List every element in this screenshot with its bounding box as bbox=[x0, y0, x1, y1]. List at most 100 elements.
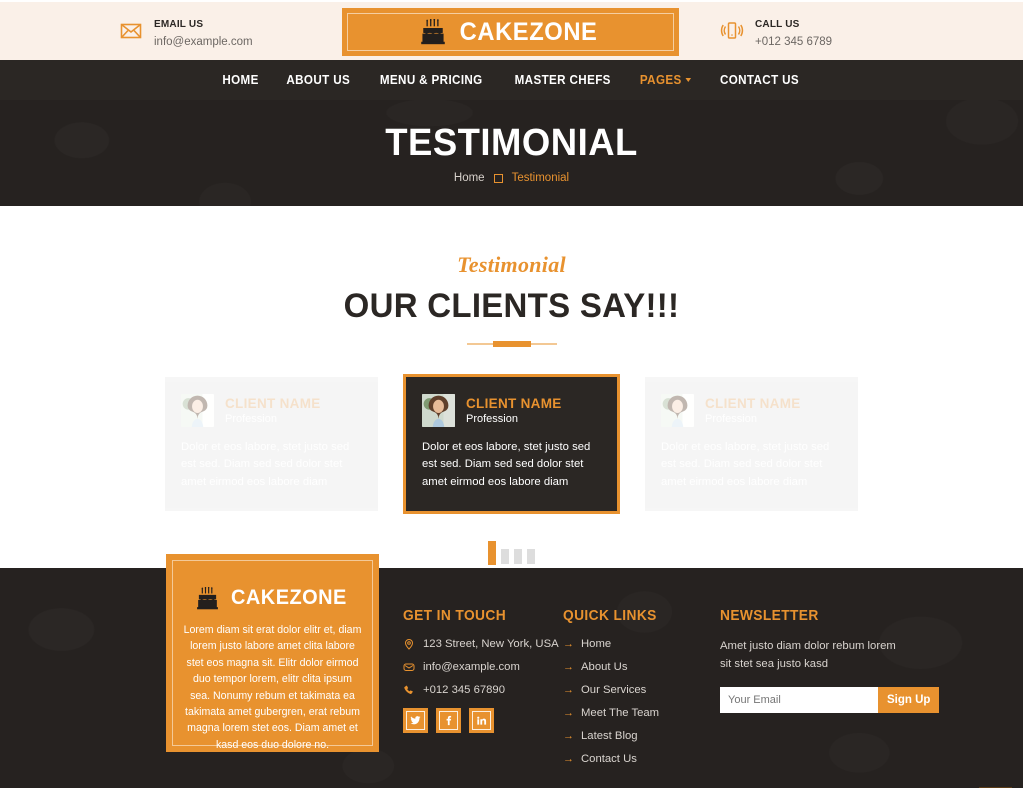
nav-item-pages[interactable]: PAGES bbox=[640, 73, 692, 87]
footer-brand-description: Lorem diam sit erat dolor elitr et, diam… bbox=[183, 624, 362, 751]
envelope-icon bbox=[118, 18, 144, 44]
linkedin-icon[interactable] bbox=[469, 708, 494, 733]
newsletter-title: NEWSLETTER bbox=[720, 608, 819, 624]
arrow-right-icon: → bbox=[563, 661, 574, 673]
footer-address: 123 Street, New York, USA bbox=[403, 638, 563, 650]
newsletter-form: Sign Up bbox=[720, 687, 940, 713]
email-label: EMAIL US bbox=[154, 18, 204, 30]
birthday-cake-icon bbox=[196, 586, 219, 610]
newsletter-email-input[interactable] bbox=[720, 687, 878, 713]
breadcrumb-home[interactable]: Home bbox=[454, 172, 485, 184]
footer-column-newsletter: NEWSLETTER Amet justo diam dolor rebum l… bbox=[720, 568, 940, 788]
client-profession: Profession bbox=[705, 413, 757, 425]
arrow-right-icon: → bbox=[563, 684, 574, 696]
social-links bbox=[403, 708, 563, 733]
topbar-email-block: EMAIL US info@example.com bbox=[0, 13, 340, 49]
phone-icon bbox=[403, 684, 415, 696]
arrow-right-icon: → bbox=[563, 707, 574, 719]
footer-logo[interactable]: CAKEZONE bbox=[182, 586, 363, 610]
client-quote: Dolor et eos labore, stet justo sed est … bbox=[661, 441, 830, 488]
footer-email-text: info@example.com bbox=[423, 661, 520, 673]
arrow-right-icon: → bbox=[563, 730, 574, 742]
nav-item-contact-us[interactable]: CONTACT US bbox=[720, 73, 799, 87]
nav-item-menu-pricing[interactable]: MENU & PRICING bbox=[380, 73, 483, 87]
page-hero: TESTIMONIAL Home Testimonial bbox=[0, 100, 1023, 208]
top-bar: EMAIL US info@example.com CAKEZONE CALL … bbox=[0, 0, 1023, 60]
phone-value[interactable]: +012 345 6789 bbox=[755, 35, 832, 49]
chevron-down-icon bbox=[685, 78, 692, 82]
twitter-icon[interactable] bbox=[403, 708, 428, 733]
client-profession: Profession bbox=[225, 413, 277, 425]
carousel-dot-4[interactable] bbox=[527, 548, 535, 564]
logo-text: CAKEZONE bbox=[459, 17, 598, 46]
footer-link-contact-us[interactable]: → Contact Us bbox=[563, 753, 720, 765]
footer-link-home[interactable]: → Home bbox=[563, 638, 720, 650]
footer-link-our-services[interactable]: → Our Services bbox=[563, 684, 720, 696]
client-name: CLIENT NAME bbox=[705, 396, 801, 411]
nav-item-home[interactable]: HOME bbox=[222, 73, 258, 87]
newsletter-signup-button[interactable]: Sign Up bbox=[878, 687, 940, 713]
nav-item-master-chefs[interactable]: MASTER CHEFS bbox=[515, 73, 611, 87]
footer-link-about-us[interactable]: → About Us bbox=[563, 661, 720, 673]
footer-email[interactable]: info@example.com bbox=[403, 661, 563, 673]
carousel-dot-2[interactable] bbox=[501, 548, 509, 564]
footer-links-title: QUICK LINKS bbox=[563, 608, 657, 624]
carousel-pagination bbox=[0, 540, 1023, 567]
footer-link-label: Our Services bbox=[581, 684, 647, 696]
topbar-phone-block: CALL US +012 345 6789 bbox=[683, 13, 1023, 49]
client-quote: Dolor et eos labore, stet justo sed est … bbox=[181, 441, 350, 488]
footer-column-contact: GET IN TOUCH 123 Street, New York, USA i… bbox=[403, 568, 563, 788]
site-logo[interactable]: CAKEZONE bbox=[342, 8, 679, 56]
client-quote: Dolor et eos labore, stet justo sed est … bbox=[422, 441, 591, 488]
footer-link-meet-the-team[interactable]: → Meet The Team bbox=[563, 707, 720, 719]
envelope-icon bbox=[403, 661, 415, 673]
facebook-icon[interactable] bbox=[436, 708, 461, 733]
mobile-ring-icon bbox=[719, 18, 745, 44]
footer-link-label: Meet The Team bbox=[581, 707, 660, 719]
nav-item-about-us[interactable]: ABOUT US bbox=[286, 73, 350, 87]
testimonial-section: Testimonial OUR CLIENTS SAY!!! CLIENT NA… bbox=[0, 208, 1023, 568]
title-divider bbox=[466, 343, 557, 345]
footer-brand-card: CAKEZONE Lorem diam sit erat dolor elitr… bbox=[166, 554, 379, 752]
footer-address-text: 123 Street, New York, USA bbox=[423, 638, 559, 650]
newsletter-description: Amet justo diam dolor rebum lorem sit st… bbox=[720, 640, 896, 670]
testimonial-card[interactable]: CLIENT NAME Profession Dolor et eos labo… bbox=[645, 377, 858, 511]
carousel-dot-1[interactable] bbox=[488, 540, 496, 565]
avatar bbox=[661, 394, 694, 427]
nav-label: CONTACT US bbox=[720, 73, 800, 87]
footer-link-label: Home bbox=[581, 638, 612, 650]
phone-label: CALL US bbox=[755, 18, 800, 30]
section-title: OUR CLIENTS SAY!!! bbox=[343, 287, 680, 325]
footer-phone-text: +012 345 67890 bbox=[423, 684, 505, 696]
nav-label: HOME bbox=[222, 73, 259, 87]
avatar bbox=[422, 394, 455, 427]
nav-label: MASTER CHEFS bbox=[514, 73, 611, 87]
client-name: CLIENT NAME bbox=[466, 396, 562, 411]
section-subtitle: Testimonial bbox=[457, 252, 566, 277]
footer-column-quick-links: QUICK LINKS → Home → About Us → Our Serv… bbox=[563, 568, 720, 788]
nav-label: ABOUT US bbox=[286, 73, 351, 87]
avatar bbox=[181, 394, 214, 427]
nav-label: MENU & PRICING bbox=[380, 73, 484, 87]
card-header: CLIENT NAME Profession bbox=[661, 394, 842, 427]
footer-contact-title: GET IN TOUCH bbox=[403, 608, 507, 624]
footer-link-label: Latest Blog bbox=[581, 730, 638, 742]
site-footer: CAKEZONE Lorem diam sit erat dolor elitr… bbox=[0, 554, 1023, 788]
arrow-right-icon: → bbox=[563, 638, 574, 650]
client-profession: Profession bbox=[466, 413, 518, 425]
testimonial-card-active[interactable]: CLIENT NAME Profession Dolor et eos labo… bbox=[403, 374, 620, 514]
footer-phone[interactable]: +012 345 67890 bbox=[403, 684, 563, 696]
footer-logo-text: CAKEZONE bbox=[230, 586, 347, 609]
breadcrumb-current: Testimonial bbox=[511, 172, 570, 184]
arrow-right-icon: → bbox=[563, 753, 574, 765]
birthday-cake-icon bbox=[420, 19, 446, 45]
email-value[interactable]: info@example.com bbox=[154, 35, 253, 49]
breadcrumb: Home Testimonial bbox=[454, 172, 569, 184]
square-icon bbox=[493, 173, 503, 183]
carousel-dot-3[interactable] bbox=[514, 548, 522, 564]
client-name: CLIENT NAME bbox=[225, 396, 321, 411]
footer-link-latest-blog[interactable]: → Latest Blog bbox=[563, 730, 720, 742]
nav-label: PAGES bbox=[640, 73, 682, 87]
map-marker-icon bbox=[403, 638, 415, 650]
testimonial-card[interactable]: CLIENT NAME Profession Dolor et eos labo… bbox=[165, 377, 378, 511]
